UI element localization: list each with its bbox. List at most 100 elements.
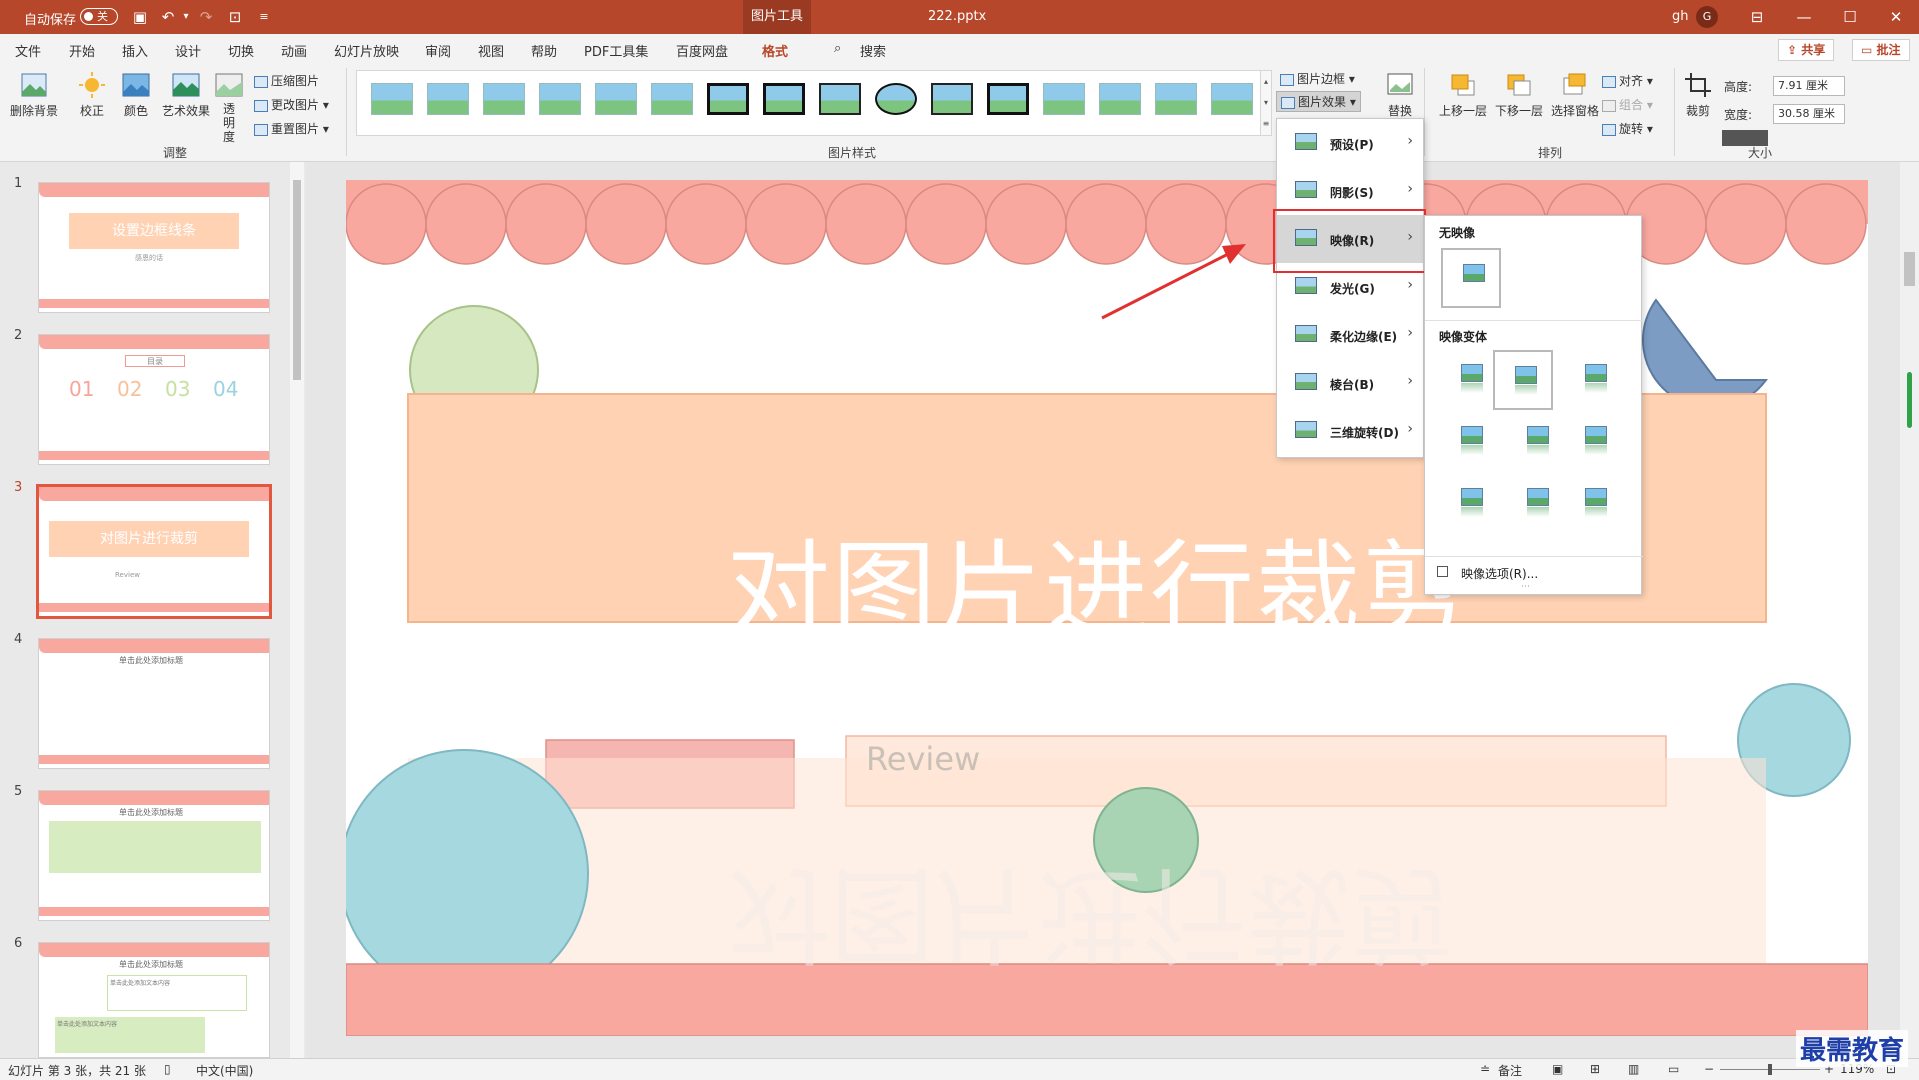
slide-sorter-icon[interactable]: ⊞ [1590, 1062, 1600, 1076]
undo-icon[interactable]: ↶ [158, 7, 178, 27]
art-effect-button[interactable]: 艺术效果 [160, 72, 212, 119]
style-thumb[interactable] [595, 83, 637, 115]
tab-design[interactable]: 设计 [175, 41, 201, 60]
reflection-variant[interactable] [1507, 412, 1567, 472]
style-thumb[interactable] [1043, 83, 1085, 115]
avatar[interactable]: G [1696, 6, 1718, 28]
language[interactable]: 中文(中国) [196, 1062, 253, 1079]
undo-dropdown-icon[interactable]: ▾ [176, 7, 196, 27]
slide-thumbnail-6[interactable]: 单击此处添加标题 单击此处添加文本内容 单击此处添加文本内容 [38, 942, 270, 1058]
transparency-button[interactable]: 透明度 [214, 72, 244, 144]
height-input[interactable]: 7.91 厘米 [1773, 76, 1845, 96]
reflection-variant[interactable] [1441, 350, 1501, 410]
style-thumb[interactable] [1155, 83, 1197, 115]
slide-title[interactable]: 对图片进行裁剪 [726, 505, 1468, 656]
tab-slideshow[interactable]: 幻灯片放映 [334, 41, 399, 60]
send-backward-button[interactable]: 下移一层 [1492, 72, 1546, 119]
width-input[interactable]: 30.58 厘米 [1773, 104, 1845, 124]
scrollbar-thumb[interactable] [293, 180, 301, 380]
style-thumb[interactable] [987, 83, 1029, 115]
rotate-button[interactable]: 旋转 ▾ [1602, 120, 1653, 137]
menu-item-shadow[interactable]: 阴影(S) › [1277, 167, 1423, 215]
tab-format[interactable]: 格式 [762, 41, 789, 67]
reset-picture-button[interactable]: 重置图片 ▾ [254, 120, 329, 137]
zoom-slider-thumb[interactable] [1768, 1064, 1772, 1075]
picture-border-button[interactable]: 图片边框 ▾ [1280, 70, 1355, 87]
slide-scrollbar[interactable] [1900, 162, 1919, 1058]
slide-thumbnail-3[interactable]: 对图片进行裁剪 Review [36, 484, 272, 619]
crop-button[interactable]: 裁剪 [1682, 72, 1714, 119]
tab-help[interactable]: 帮助 [531, 41, 557, 60]
align-button[interactable]: 对齐 ▾ [1602, 72, 1653, 89]
tab-view[interactable]: 视图 [478, 41, 504, 60]
close-icon[interactable]: ✕ [1873, 0, 1919, 34]
reflection-options-item[interactable]: 映像选项(R)... [1437, 565, 1538, 582]
redo-icon[interactable]: ↷ [196, 7, 216, 27]
style-thumb[interactable] [427, 83, 469, 115]
gallery-scroll[interactable]: ▴ ▾ ≡ [1260, 70, 1272, 136]
maximize-icon[interactable]: ☐ [1827, 0, 1873, 34]
thumbnail-scrollbar[interactable] [290, 162, 304, 1058]
style-thumb[interactable] [931, 83, 973, 115]
menu-item-preset[interactable]: 预设(P) › [1277, 119, 1423, 167]
ribbon-display-icon[interactable]: ⊟ [1734, 0, 1780, 34]
zoom-out-icon[interactable]: − [1704, 1062, 1714, 1076]
comment-button[interactable]: ▭ 批注 [1852, 39, 1910, 61]
reflection-variant[interactable] [1565, 412, 1625, 472]
remove-background-button[interactable]: 删除背景 [8, 72, 60, 119]
review-text[interactable]: Review [866, 740, 980, 778]
style-thumb[interactable] [707, 83, 749, 115]
menu-item-soft-edges[interactable]: 柔化边缘(E) › [1277, 311, 1423, 359]
normal-view-icon[interactable]: ▣ [1552, 1062, 1563, 1076]
tab-baidu-netdisk[interactable]: 百度网盘 [676, 41, 728, 60]
compress-picture-button[interactable]: 压缩图片 [254, 72, 319, 89]
tab-pdf-tools[interactable]: PDF工具集 [584, 41, 648, 60]
style-thumb[interactable] [371, 83, 413, 115]
no-reflection-option[interactable] [1441, 248, 1501, 308]
picture-effect-button[interactable]: 图片效果 ▾ [1276, 91, 1361, 112]
search-icon[interactable]: ⌕ [834, 41, 841, 56]
reflection-variant[interactable] [1441, 412, 1501, 472]
tab-file[interactable]: 文件 [15, 41, 41, 60]
autosave-toggle[interactable]: 关 [80, 8, 118, 25]
reflection-variant[interactable] [1565, 350, 1625, 410]
style-thumb[interactable] [763, 83, 805, 115]
slideshow-icon[interactable]: ▭ [1668, 1062, 1679, 1076]
style-thumb[interactable] [1099, 83, 1141, 115]
color-button[interactable]: 颜色 [116, 72, 156, 119]
reflection-variant[interactable] [1565, 474, 1625, 534]
search-label[interactable]: 搜索 [860, 41, 886, 60]
slide-thumbnail-4[interactable]: 单击此处添加标题 [38, 638, 270, 769]
style-thumb[interactable] [819, 83, 861, 115]
customize-toolbar-icon[interactable]: ≡ [254, 7, 274, 27]
replace-button[interactable]: 替换 [1382, 72, 1418, 119]
slide-thumbnail-5[interactable]: 单击此处添加标题 [38, 790, 270, 921]
minimize-icon[interactable]: — [1781, 0, 1827, 34]
correct-button[interactable]: 校正 [72, 72, 112, 119]
reflection-variant[interactable] [1441, 474, 1501, 534]
share-button[interactable]: ⇪ 共享 [1778, 39, 1835, 61]
style-thumb[interactable] [875, 83, 917, 115]
group-objects-button[interactable]: 组合 ▾ [1602, 96, 1653, 113]
spellcheck-icon[interactable]: ▯ [164, 1062, 171, 1076]
tab-review[interactable]: 审阅 [425, 41, 451, 60]
reading-view-icon[interactable]: ▥ [1628, 1062, 1639, 1076]
style-thumb[interactable] [1211, 83, 1253, 115]
tab-animations[interactable]: 动画 [281, 41, 307, 60]
slide-thumbnail-2[interactable]: 目录 01 02 03 04 [38, 334, 270, 465]
change-picture-button[interactable]: 更改图片 ▾ [254, 96, 329, 113]
present-icon[interactable]: ⊡ [225, 7, 245, 27]
style-thumb[interactable] [483, 83, 525, 115]
reflection-variant[interactable] [1507, 474, 1567, 534]
save-icon[interactable]: ▣ [130, 7, 150, 27]
notes-button[interactable]: 备注 [1498, 1062, 1522, 1079]
style-thumb[interactable] [651, 83, 693, 115]
picture-styles-gallery[interactable] [356, 70, 1266, 136]
reflection-variant[interactable] [1493, 350, 1553, 410]
tab-transitions[interactable]: 切换 [228, 41, 254, 60]
tab-insert[interactable]: 插入 [122, 41, 148, 60]
selection-pane-button[interactable]: 选择窗格 [1548, 72, 1602, 119]
menu-item-3d-rotation[interactable]: 三维旋转(D) › [1277, 407, 1423, 455]
style-thumb[interactable] [539, 83, 581, 115]
bring-forward-button[interactable]: 上移一层 [1436, 72, 1490, 119]
